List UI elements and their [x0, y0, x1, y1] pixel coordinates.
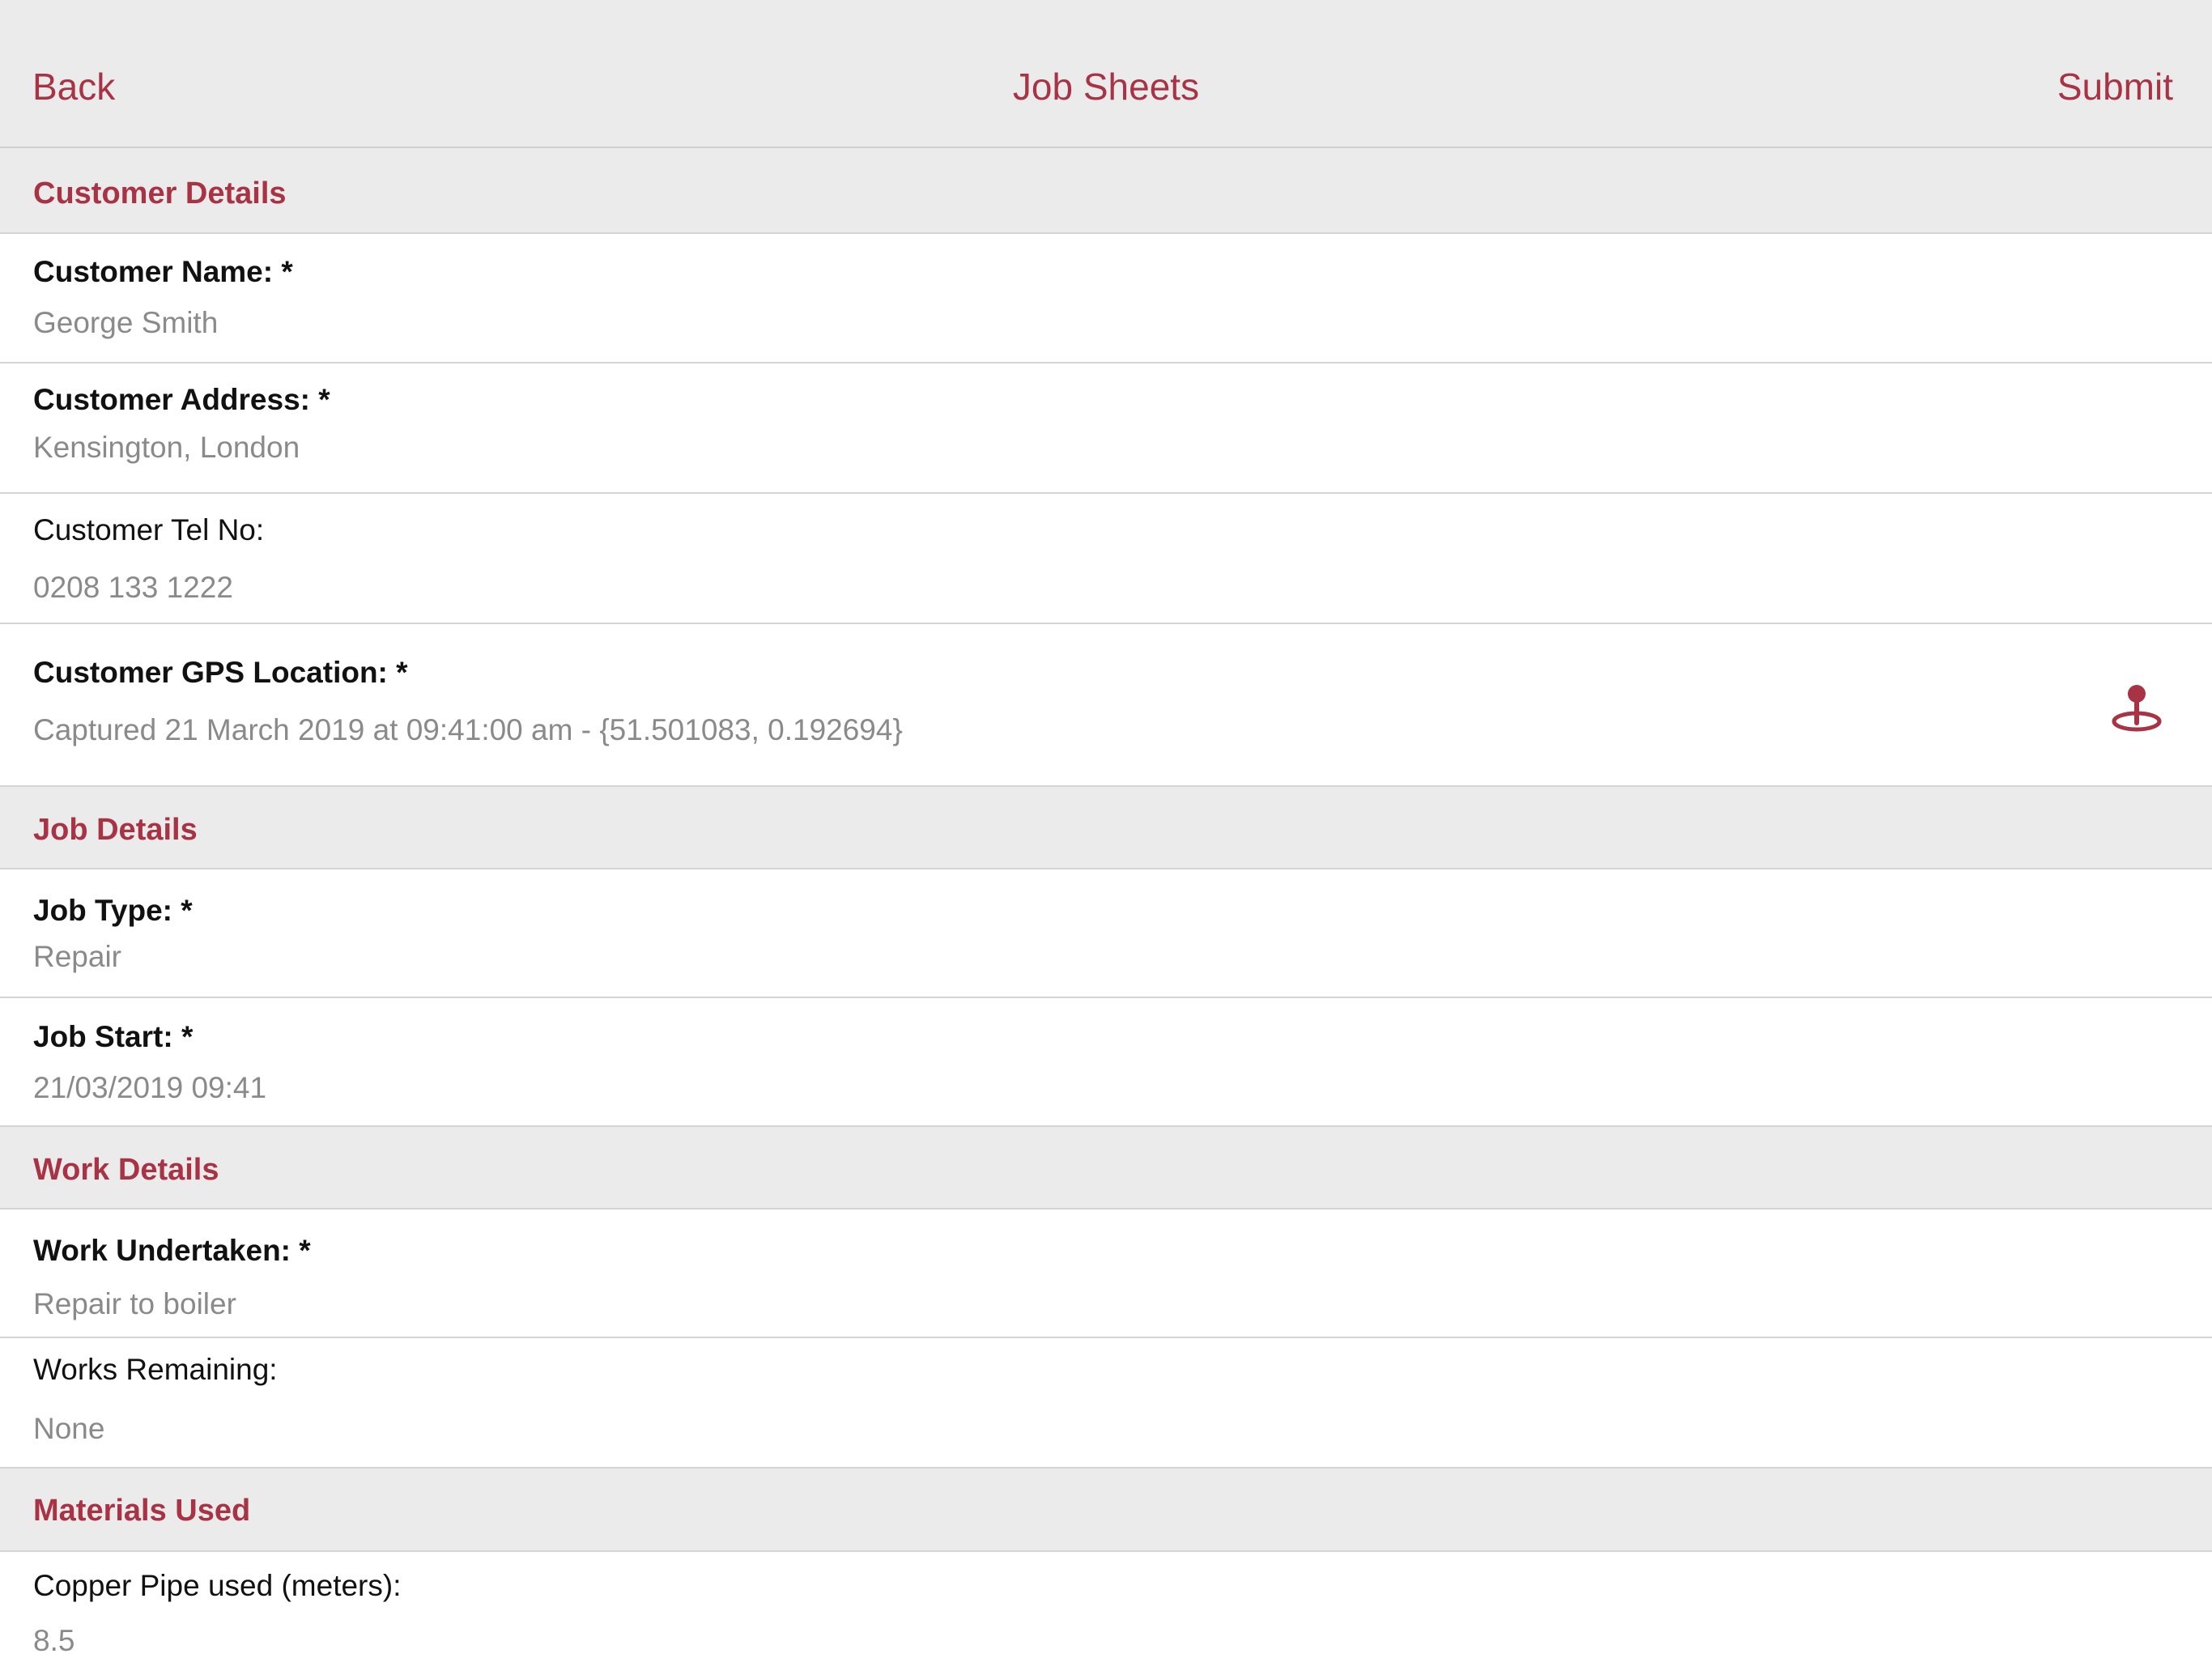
field-value: Repair [33, 940, 121, 973]
section-header-customer-details: Customer Details [0, 148, 2212, 234]
field-value: 8.5 [33, 1624, 75, 1657]
section-title: Job Details [33, 813, 198, 847]
field-value: George Smith [33, 306, 219, 339]
field-label: Customer GPS Location: * [33, 656, 408, 689]
customer-tel-field[interactable]: Customer Tel No: 0208 133 1222 [0, 494, 2212, 624]
field-label: Work Undertaken: * [33, 1234, 311, 1267]
customer-gps-field[interactable]: Customer GPS Location: * Captured 21 Mar… [0, 624, 2212, 787]
field-label: Copper Pipe used (meters): [33, 1569, 402, 1602]
section-header-work-details: Work Details [0, 1127, 2212, 1209]
customer-name-field[interactable]: Customer Name: * George Smith [0, 234, 2212, 363]
field-label: Job Start: * [33, 1020, 194, 1053]
field-value: Kensington, London [33, 431, 300, 464]
section-header-job-details: Job Details [0, 787, 2212, 869]
work-undertaken-field[interactable]: Work Undertaken: * Repair to boiler [0, 1209, 2212, 1338]
field-label: Customer Tel No: [33, 513, 265, 546]
section-title: Materials Used [33, 1494, 251, 1528]
field-label: Works Remaining: [33, 1353, 278, 1386]
map-pin-icon[interactable] [2110, 681, 2163, 734]
field-value: 21/03/2019 09:41 [33, 1071, 267, 1104]
field-label: Customer Address: * [33, 383, 330, 416]
section-title: Work Details [33, 1153, 219, 1187]
customer-address-field[interactable]: Customer Address: * Kensington, London [0, 363, 2212, 494]
section-title: Customer Details [33, 176, 287, 210]
page-title: Job Sheets [1012, 66, 1200, 108]
copper-pipe-field[interactable]: Copper Pipe used (meters): 8.5 [0, 1552, 2212, 1658]
field-value: Captured 21 March 2019 at 09:41:00 am - … [33, 713, 903, 746]
job-start-field[interactable]: Job Start: * 21/03/2019 09:41 [0, 998, 2212, 1127]
field-label: Job Type: * [33, 894, 193, 927]
job-type-field[interactable]: Job Type: * Repair [0, 869, 2212, 998]
field-value: Repair to boiler [33, 1287, 236, 1320]
submit-button[interactable]: Submit [2057, 68, 2173, 105]
works-remaining-field[interactable]: Works Remaining: None [0, 1338, 2212, 1469]
field-label: Customer Name: * [33, 255, 293, 288]
navigation-bar: Back Job Sheets Submit [0, 0, 2212, 148]
field-value: 0208 133 1222 [33, 571, 233, 604]
field-value: None [33, 1412, 105, 1445]
section-header-materials-used: Materials Used [0, 1469, 2212, 1552]
